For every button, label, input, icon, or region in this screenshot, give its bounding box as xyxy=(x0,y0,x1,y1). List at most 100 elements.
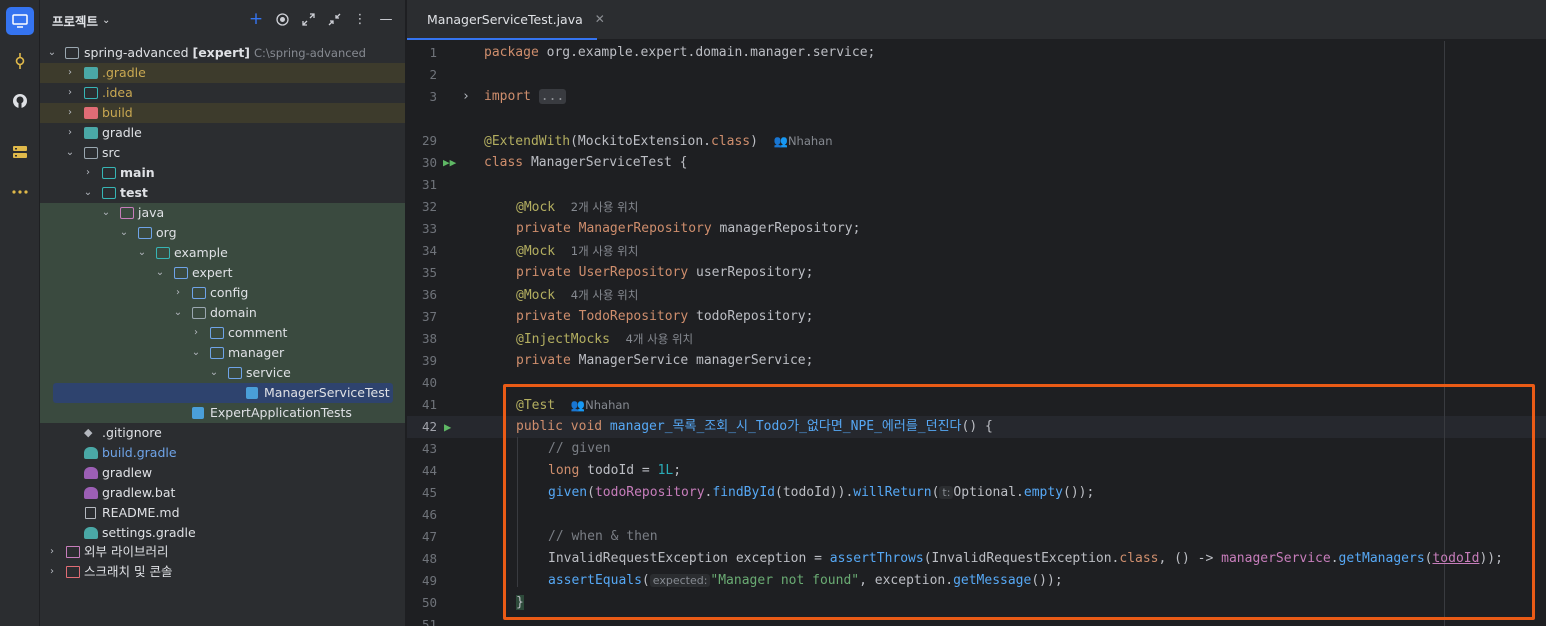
author-hint[interactable]: 👥Nhahan xyxy=(774,134,833,148)
tab-manager-service-test[interactable]: ManagerServiceTest.java ✕ xyxy=(407,0,605,40)
project-panel-title[interactable]: 프로젝트 xyxy=(52,11,98,30)
chevron-down-icon[interactable]: ⌄ xyxy=(208,363,220,383)
chevron-right-icon[interactable]: › xyxy=(172,283,184,303)
collapse-all-icon[interactable] xyxy=(325,10,343,28)
tree-item-main[interactable]: › main xyxy=(40,163,405,183)
tree-label: .gradle xyxy=(102,65,146,80)
tree-item-settings-gradle[interactable]: settings.gradle xyxy=(40,523,405,543)
folder-icon xyxy=(102,187,116,199)
folder-icon xyxy=(192,287,206,299)
tree-label: comment xyxy=(228,325,288,340)
users-icon: 👥 xyxy=(773,134,788,148)
chevron-right-icon[interactable]: › xyxy=(64,83,76,103)
tree-item-gradlew[interactable]: gradlew xyxy=(40,463,405,483)
chevron-down-icon[interactable]: ⌄ xyxy=(100,203,112,223)
line-number: 49 xyxy=(421,573,437,588)
line-number: 37 xyxy=(421,309,437,324)
tree-item-service[interactable]: ⌄ service xyxy=(40,363,405,383)
tree-item-external-libraries[interactable]: › 외부 라이브러리 xyxy=(40,542,405,562)
chevron-right-icon[interactable]: › xyxy=(190,323,202,343)
tree-label: src xyxy=(102,145,121,160)
chevron-down-icon[interactable]: ⌄ xyxy=(102,15,110,26)
tree-item-domain[interactable]: ⌄ domain xyxy=(40,303,405,323)
chevron-right-icon[interactable]: › xyxy=(64,123,76,143)
tree-item-manager-service-test[interactable]: ManagerServiceTest xyxy=(53,383,393,403)
tree-item-java[interactable]: ⌄ java xyxy=(40,203,405,223)
chevron-down-icon[interactable]: ⌄ xyxy=(46,43,58,63)
chevron-right-icon[interactable]: › xyxy=(64,103,76,123)
tree-item-expert[interactable]: ⌄ expert xyxy=(40,263,405,283)
java-class-icon xyxy=(192,407,204,419)
tree-item-idea[interactable]: › .idea xyxy=(40,83,405,103)
library-icon xyxy=(66,546,80,558)
code-line-1: package org.example.expert.domain.manage… xyxy=(484,45,876,60)
chevron-down-icon[interactable]: ⌄ xyxy=(82,183,94,203)
chevron-right-icon[interactable]: › xyxy=(46,562,58,582)
commit-icon[interactable] xyxy=(6,47,34,75)
tree-item-build-gradle[interactable]: build.gradle xyxy=(40,443,405,463)
tree-item-src[interactable]: ⌄ src xyxy=(40,143,405,163)
tree-item-scratches[interactable]: › 스크래치 및 콘솔 xyxy=(40,562,405,582)
code-line-38: @InjectMocks 4개 사용 위치 xyxy=(516,332,694,347)
chevron-down-icon[interactable]: ⌄ xyxy=(64,143,76,163)
chevron-down-icon[interactable]: ⌄ xyxy=(154,263,166,283)
tree-item-config[interactable]: › config xyxy=(40,283,405,303)
chevron-right-icon[interactable]: › xyxy=(46,542,58,562)
github-icon[interactable] xyxy=(6,87,34,115)
tree-item-comment[interactable]: › comment xyxy=(40,323,405,343)
annotation-highlight-box xyxy=(503,384,1535,620)
tree-item-test[interactable]: ⌄ test xyxy=(40,183,405,203)
folded-imports[interactable]: ... xyxy=(538,89,567,104)
tree-item-gitignore[interactable]: ◆ .gitignore xyxy=(40,423,405,443)
tree-label: ExpertApplicationTests xyxy=(210,405,352,420)
code-line-35: private UserRepository userRepository; xyxy=(516,265,814,280)
folder-icon xyxy=(138,227,152,239)
folder-icon xyxy=(102,167,116,179)
usages-hint[interactable]: 1개 사용 위치 xyxy=(571,244,639,258)
tree-item-manager[interactable]: ⌄ manager xyxy=(40,343,405,363)
expand-all-icon[interactable] xyxy=(299,10,317,28)
chevron-right-icon[interactable]: › xyxy=(64,63,76,83)
line-number: 38 xyxy=(421,331,437,346)
code-line-34: @Mock 1개 사용 위치 xyxy=(516,244,639,259)
code-line-37: private TodoRepository todoRepository; xyxy=(516,309,814,324)
chevron-down-icon[interactable]: ⌄ xyxy=(136,243,148,263)
folder-icon xyxy=(84,87,98,99)
tree-item-gradle[interactable]: › gradle xyxy=(40,123,405,143)
chevron-right-icon[interactable]: › xyxy=(82,163,94,183)
usages-hint[interactable]: 4개 사용 위치 xyxy=(571,288,639,302)
chevron-down-icon[interactable]: ⌄ xyxy=(118,223,130,243)
tree-item-gradle-dir[interactable]: › .gradle xyxy=(40,63,405,83)
line-number: 32 xyxy=(421,199,437,214)
tree-label: gradle xyxy=(102,125,142,140)
run-all-tests-icon[interactable]: ▶▶ xyxy=(443,152,456,174)
code-editor[interactable]: 1 2 3 29 30 31 32 33 34 35 36 37 38 39 4… xyxy=(407,41,1546,626)
chevron-down-icon[interactable]: ⌄ xyxy=(190,343,202,363)
locate-icon[interactable] xyxy=(273,10,291,28)
tree-item-gradlew-bat[interactable]: gradlew.bat xyxy=(40,483,405,503)
add-icon[interactable]: + xyxy=(247,9,265,29)
tree-item-org[interactable]: ⌄ org xyxy=(40,223,405,243)
tree-label: 스크래치 및 콘솔 xyxy=(84,564,173,579)
tree-item-expert-application-tests[interactable]: ExpertApplicationTests xyxy=(40,403,405,423)
chevron-down-icon[interactable]: ⌄ xyxy=(172,303,184,323)
project-view-icon[interactable] xyxy=(6,7,34,35)
tree-item-build[interactable]: › build xyxy=(40,103,405,123)
tree-item-readme[interactable]: README.md xyxy=(40,503,405,523)
hide-panel-icon[interactable]: — xyxy=(377,10,395,28)
usages-hint[interactable]: 2개 사용 위치 xyxy=(571,200,639,214)
fold-expand-icon[interactable]: › xyxy=(462,86,470,108)
more-tools-icon[interactable] xyxy=(6,178,34,206)
options-menu-icon[interactable]: ⋮ xyxy=(351,10,369,28)
close-icon[interactable]: ✕ xyxy=(595,12,605,26)
tree-item-root[interactable]: ⌄ spring-advanced [expert] C:\spring-adv… xyxy=(40,43,405,63)
tree-item-example[interactable]: ⌄ example xyxy=(40,243,405,263)
services-icon[interactable] xyxy=(6,138,34,166)
line-number: 29 xyxy=(421,133,437,148)
code-line-32: @Mock 2개 사용 위치 xyxy=(516,200,639,215)
gradle-icon xyxy=(84,447,98,459)
usages-hint[interactable]: 4개 사용 위치 xyxy=(626,332,694,346)
run-test-icon[interactable]: ▶ xyxy=(444,416,451,438)
line-number: 31 xyxy=(421,177,437,192)
tab-label: ManagerServiceTest.java xyxy=(427,11,583,27)
